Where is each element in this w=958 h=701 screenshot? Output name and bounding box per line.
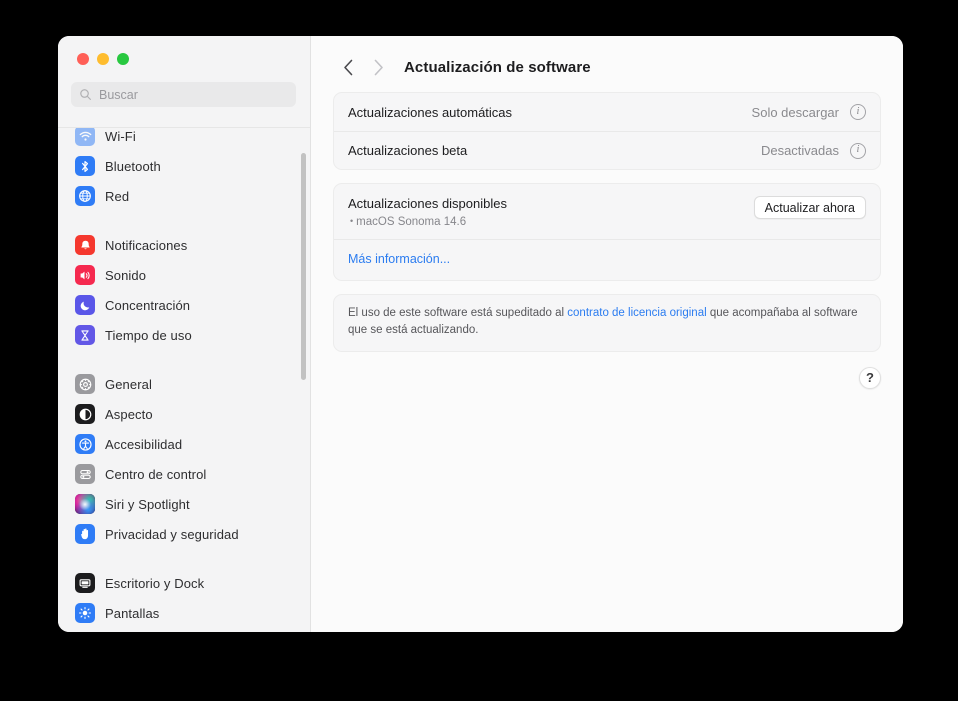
update-settings-card: Actualizaciones automáticas Solo descarg… — [333, 92, 881, 170]
row-label: Actualizaciones automáticas — [348, 104, 513, 120]
forward-button[interactable] — [363, 52, 393, 82]
wifi-icon — [75, 128, 95, 146]
sidebar-group-separator — [58, 211, 310, 230]
available-updates-card: Actualizaciones disponibles • macOS Sonom… — [333, 183, 881, 281]
accessibility-icon — [75, 434, 95, 454]
sidebar-item-notificaciones[interactable]: Notificaciones — [58, 230, 310, 260]
sidebar-item-label: Aspecto — [105, 406, 153, 422]
bell-icon — [75, 235, 95, 255]
search-container — [58, 82, 310, 127]
row-automatic-updates[interactable]: Actualizaciones automáticas Solo descarg… — [334, 93, 880, 131]
siri-icon — [75, 494, 95, 514]
sidebar-item-concentracion[interactable]: Concentración — [58, 290, 310, 320]
sidebar-item-label: Privacidad y seguridad — [105, 526, 239, 542]
hand-icon — [75, 524, 95, 544]
sidebar-item-pantallas[interactable]: Pantallas — [58, 598, 310, 628]
more-info-link[interactable]: Más información... — [348, 252, 450, 266]
search-box[interactable] — [71, 82, 296, 107]
display-icon — [75, 603, 95, 623]
sidebar-item-wi-fi[interactable]: Wi-Fi — [58, 128, 310, 151]
info-icon[interactable]: i — [850, 104, 866, 120]
sidebar-item-label: Sonido — [105, 267, 147, 283]
sidebar-item-label: Accesibilidad — [105, 436, 183, 452]
sidebar-item-label: Centro de control — [105, 466, 207, 482]
help-row: ? — [333, 352, 881, 389]
sidebar-item-general[interactable]: General — [58, 369, 310, 399]
license-text-before: El uso de este software está supeditado … — [348, 307, 568, 319]
sidebar-group-separator — [58, 549, 310, 568]
sidebar: Wi-Fi Bluetooth Red Notificaciones Sonido Con… — [58, 36, 311, 632]
bullet-mark: • — [350, 216, 354, 226]
sidebar-item-label: Bluetooth — [105, 158, 161, 174]
sidebar-item-label: General — [105, 376, 152, 392]
globe-icon — [75, 186, 95, 206]
page-title: Actualización de software — [404, 58, 591, 76]
sidebar-item-aspecto[interactable]: Aspecto — [58, 399, 310, 429]
available-updates-text: Actualizaciones disponibles • macOS Sonom… — [348, 196, 507, 228]
available-updates-header: Actualizaciones disponibles • macOS Sonom… — [334, 184, 880, 239]
sidebar-item-label: Escritorio y Dock — [105, 575, 205, 591]
available-updates-title: Actualizaciones disponibles — [348, 196, 507, 211]
info-icon[interactable]: i — [850, 142, 866, 159]
minimize-button[interactable] — [97, 53, 109, 65]
desktop-background: Wi-Fi Bluetooth Red Notificaciones Sonido Con… — [0, 0, 958, 701]
speaker-icon — [75, 265, 95, 285]
sidebar-group-separator — [58, 350, 310, 369]
sidebar-item-label: Wi-Fi — [105, 128, 136, 144]
main-content: Actualización de software Actualizacione… — [311, 36, 903, 632]
search-input[interactable] — [99, 87, 288, 102]
sidebar-scroll-area: Wi-Fi Bluetooth Red Notificaciones Sonido Con… — [58, 128, 310, 632]
gear-icon — [75, 374, 95, 394]
sidebar-item-label: Notificaciones — [105, 237, 188, 253]
window-controls — [58, 36, 310, 82]
control-center-icon — [75, 464, 95, 484]
sidebar-item-siri-y-spotlight[interactable]: Siri y Spotlight — [58, 489, 310, 519]
search-icon — [79, 88, 92, 101]
bullet-text: macOS Sonoma 14.6 — [356, 216, 467, 228]
sidebar-item-label: Tiempo de uso — [105, 327, 192, 343]
sidebar-item-label: Pantallas — [105, 605, 160, 621]
desktop-dock-icon — [75, 573, 95, 593]
available-update-item: • macOS Sonoma 14.6 — [348, 216, 507, 228]
update-now-button[interactable]: Actualizar ahora — [753, 196, 866, 219]
hourglass-icon — [75, 325, 95, 345]
moon-icon — [75, 295, 95, 315]
appearance-icon — [75, 404, 95, 424]
row-label: Actualizaciones beta — [348, 143, 468, 158]
row-right: Desactivadas i — [760, 142, 866, 159]
back-button[interactable] — [333, 52, 363, 82]
license-agreement-link[interactable]: contrato de licencia original — [567, 307, 706, 319]
sidebar-item-label: Concentración — [105, 297, 191, 313]
toolbar: Actualización de software — [333, 36, 881, 92]
close-button[interactable] — [77, 53, 89, 65]
row-beta-updates[interactable]: Actualizaciones beta Desactivadas i — [334, 131, 880, 169]
sidebar-item-bluetooth[interactable]: Bluetooth — [58, 151, 310, 181]
maximize-button[interactable] — [117, 53, 129, 65]
sidebar-item-label: Siri y Spotlight — [105, 496, 190, 512]
license-notice: El uso de este software está supeditado … — [333, 294, 881, 352]
row-value: Solo descargar — [751, 104, 839, 120]
sidebar-item-label: Red — [105, 188, 130, 204]
sidebar-scrollbar-thumb[interactable] — [301, 153, 306, 380]
row-value: Desactivadas — [760, 143, 839, 158]
sidebar-item-privacidad-y-seguridad[interactable]: Privacidad y seguridad — [58, 519, 310, 549]
sidebar-item-sonido[interactable]: Sonido — [58, 260, 310, 290]
sidebar-item-tiempo-de-uso[interactable]: Tiempo de uso — [58, 320, 310, 350]
bluetooth-icon — [75, 156, 95, 176]
sidebar-item-red[interactable]: Red — [58, 181, 310, 211]
row-right: Solo descargar i — [752, 104, 866, 120]
sidebar-item-accesibilidad[interactable]: Accesibilidad — [58, 429, 310, 459]
sidebar-list: Wi-Fi Bluetooth Red Notificaciones Sonido Con… — [58, 128, 310, 632]
sidebar-item-centro-de-control[interactable]: Centro de control — [58, 459, 310, 489]
sidebar-item-escritorio-y-dock[interactable]: Escritorio y Dock — [58, 568, 310, 598]
help-button[interactable]: ? — [859, 366, 881, 389]
sidebar-item-fondo-de-pantalla[interactable]: Fondo de pantalla — [58, 628, 310, 632]
available-updates-footer: Más información... — [334, 239, 880, 280]
system-settings-window: Wi-Fi Bluetooth Red Notificaciones Sonido Con… — [58, 36, 903, 632]
